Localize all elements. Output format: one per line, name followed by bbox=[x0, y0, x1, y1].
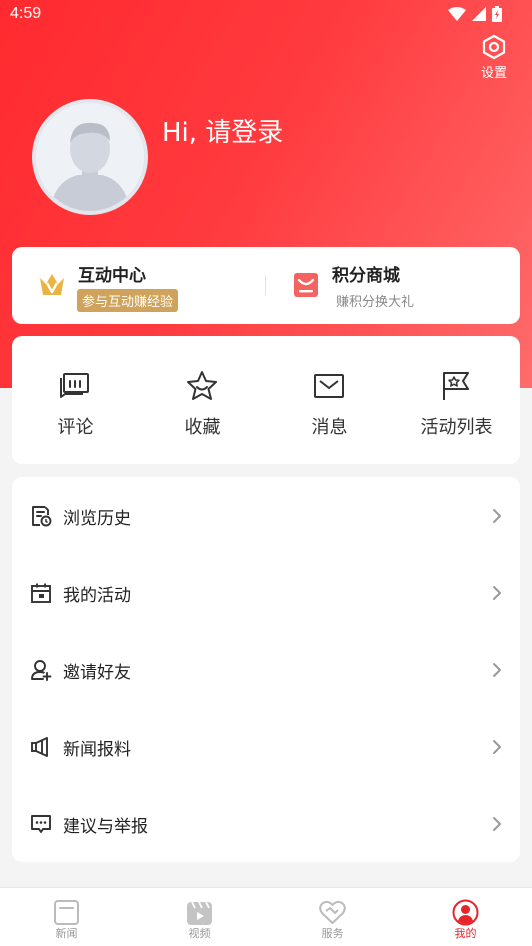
settings-label: 设置 bbox=[480, 66, 507, 81]
quick-actions-card: 评论 收藏 消息 活动列表 bbox=[12, 336, 520, 464]
chevron-right-icon bbox=[493, 586, 501, 600]
menu-item-history[interactable]: 浏览历史 bbox=[12, 477, 520, 554]
points-mall-title: 积分商城 bbox=[332, 266, 400, 286]
crown-icon bbox=[40, 274, 64, 295]
mail-icon bbox=[314, 374, 344, 398]
points-mall[interactable]: 积分商城 赚积分换大礼 bbox=[266, 247, 520, 324]
star-icon bbox=[187, 371, 217, 400]
interaction-center-subtitle: 参与互动赚经验 bbox=[77, 289, 179, 312]
menu-item-news-tip-label: 新闻报料 bbox=[63, 740, 131, 760]
menu-list: 浏览历史 我的活动 邀请好友 新闻报料 建议与举报 bbox=[12, 477, 520, 862]
quick-action-activities[interactable]: 活动列表 bbox=[393, 336, 520, 464]
chevron-right-icon bbox=[493, 509, 501, 523]
tab-profile-label: 我的 bbox=[454, 927, 477, 940]
shopping-bag-icon bbox=[294, 273, 318, 297]
signal-icon bbox=[472, 7, 486, 21]
chevron-right-icon bbox=[493, 817, 501, 831]
menu-item-invite-friends-label: 邀请好友 bbox=[63, 663, 131, 683]
add-user-icon bbox=[31, 660, 52, 681]
chevron-right-icon bbox=[493, 663, 501, 677]
settings-button[interactable]: 设置 bbox=[476, 34, 512, 81]
feedback-icon bbox=[31, 815, 51, 833]
menu-item-my-activities-label: 我的活动 bbox=[63, 586, 131, 606]
avatar[interactable] bbox=[32, 99, 148, 215]
calendar-icon bbox=[31, 583, 51, 603]
gear-icon bbox=[482, 34, 506, 60]
quick-action-favorites[interactable]: 收藏 bbox=[139, 336, 266, 464]
quick-action-comments-label: 评论 bbox=[57, 417, 94, 438]
tab-news[interactable]: 新闻 bbox=[0, 888, 133, 946]
status-bar: 4:59 bbox=[0, 0, 532, 30]
quick-action-comments[interactable]: 评论 bbox=[12, 336, 139, 464]
quick-action-activities-label: 活动列表 bbox=[420, 417, 493, 438]
comment-icon bbox=[60, 373, 89, 398]
history-icon bbox=[32, 506, 52, 527]
menu-item-history-label: 浏览历史 bbox=[63, 509, 131, 529]
interaction-center-title: 互动中心 bbox=[78, 266, 146, 286]
quick-action-messages[interactable]: 消息 bbox=[266, 336, 393, 464]
tab-video[interactable]: 视频 bbox=[133, 888, 266, 946]
profile-icon bbox=[452, 899, 479, 926]
menu-item-invite-friends[interactable]: 邀请好友 bbox=[12, 631, 520, 708]
wifi-icon bbox=[448, 7, 466, 21]
tab-profile[interactable]: 我的 bbox=[399, 888, 532, 946]
flag-icon bbox=[443, 372, 469, 400]
quick-action-messages-label: 消息 bbox=[311, 417, 348, 438]
battery-icon bbox=[492, 6, 502, 22]
points-mall-subtitle: 赚积分换大礼 bbox=[336, 295, 415, 310]
menu-item-my-activities[interactable]: 我的活动 bbox=[12, 554, 520, 631]
tab-video-label: 视频 bbox=[188, 927, 211, 940]
quick-action-favorites-label: 收藏 bbox=[184, 417, 221, 438]
video-icon bbox=[187, 901, 212, 925]
menu-item-feedback-label: 建议与举报 bbox=[63, 817, 148, 837]
news-icon bbox=[54, 900, 79, 925]
tab-service[interactable]: 服务 bbox=[266, 888, 399, 946]
status-icons bbox=[448, 6, 502, 22]
bottom-tab-bar: 新闻 视频 服务 我的 bbox=[0, 887, 532, 946]
tab-service-label: 服务 bbox=[321, 927, 344, 940]
tab-news-label: 新闻 bbox=[55, 927, 78, 940]
menu-item-news-tip[interactable]: 新闻报料 bbox=[12, 708, 520, 785]
status-time: 4:59 bbox=[10, 5, 42, 22]
default-avatar-icon bbox=[36, 103, 144, 211]
service-icon bbox=[319, 900, 346, 924]
feature-card: 互动中心 参与互动赚经验 积分商城 赚积分换大礼 bbox=[12, 247, 520, 324]
menu-item-feedback[interactable]: 建议与举报 bbox=[12, 785, 520, 862]
interaction-center[interactable]: 互动中心 参与互动赚经验 bbox=[12, 247, 266, 324]
chevron-right-icon bbox=[493, 740, 501, 754]
megaphone-icon bbox=[31, 737, 48, 757]
login-prompt[interactable]: Hi, 请登录 bbox=[162, 112, 283, 149]
